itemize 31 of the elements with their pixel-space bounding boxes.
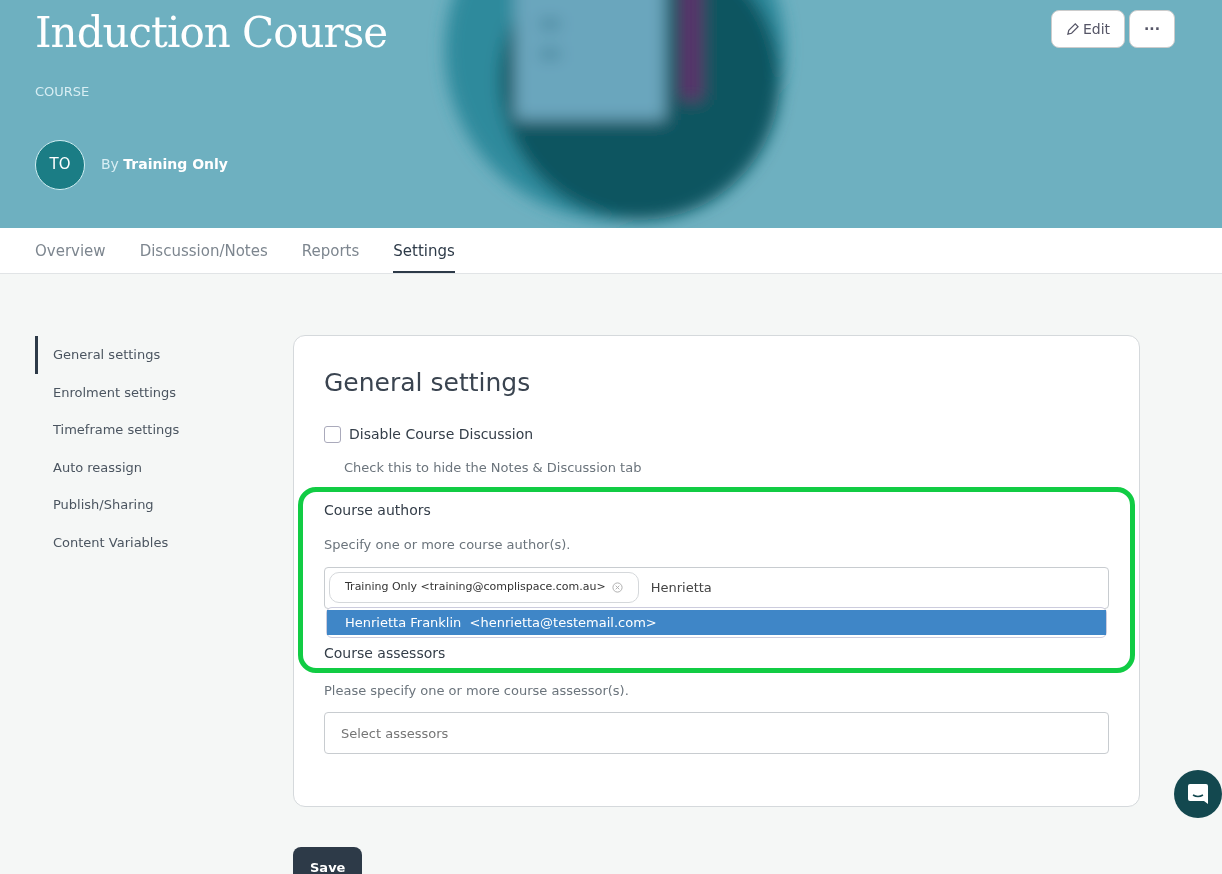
sidebar-item[interactable]: Enrolment settings bbox=[35, 373, 293, 411]
remove-icon[interactable] bbox=[611, 582, 623, 593]
sidebar-item[interactable]: Timeframe settings bbox=[35, 411, 293, 449]
help-text: Specify one or more course author(s). bbox=[324, 536, 572, 554]
course-type-label: COURSE bbox=[35, 84, 90, 99]
chat-button[interactable] bbox=[1174, 770, 1222, 818]
tab[interactable]: Discussion/Notes bbox=[139, 228, 268, 273]
panel-title: General settings bbox=[324, 367, 532, 399]
authors-field[interactable]: Training Only <training@complispace.com.au> Henrietta bbox=[324, 566, 1109, 609]
tag-label: Training Only <training@complispace.com.au> bbox=[345, 579, 606, 596]
sidebar-item[interactable]: Publish/Sharing bbox=[35, 486, 293, 524]
field-label: Course authors bbox=[324, 501, 432, 520]
assessors-field[interactable]: Select assessors bbox=[324, 712, 1109, 754]
chat-icon bbox=[1187, 783, 1209, 805]
tab[interactable]: Settings bbox=[393, 228, 455, 273]
tab[interactable]: Overview bbox=[35, 228, 106, 273]
course-title: Induction Course bbox=[35, 7, 388, 54]
checkbox-label: Disable Course Discussion bbox=[349, 424, 534, 444]
sidebar-item[interactable]: Content Variables bbox=[35, 523, 293, 561]
by-label: By bbox=[101, 156, 119, 172]
save-button[interactable]: Save bbox=[293, 847, 363, 874]
field-label: Course assessors bbox=[324, 643, 447, 663]
help-text: Check this to hide the Notes & Discussion tab bbox=[344, 458, 643, 477]
pencil-icon bbox=[1065, 22, 1079, 36]
edit-button[interactable]: Edit bbox=[1050, 10, 1126, 48]
sidebar-item[interactable]: Auto reassign bbox=[35, 448, 293, 486]
more-button[interactable]: ··· bbox=[1129, 10, 1175, 48]
help-text: Please specify one or more course assessor(s). bbox=[324, 681, 630, 700]
tab[interactable]: Reports bbox=[301, 228, 360, 273]
checkbox[interactable] bbox=[324, 425, 341, 443]
suggestion-item[interactable]: Henrietta Franklin <henrietta@testemail.com> bbox=[327, 609, 1106, 635]
